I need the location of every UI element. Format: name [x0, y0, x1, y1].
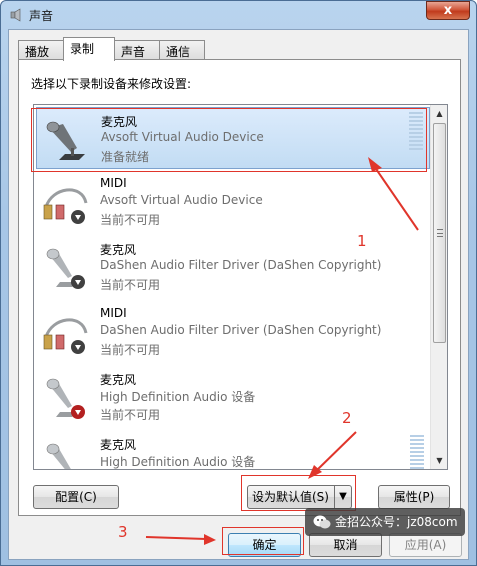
tab-sounds[interactable]: 声音: [114, 40, 160, 60]
title-bar[interactable]: 声音 x: [1, 1, 476, 29]
device-name: 麦克风: [100, 243, 137, 257]
list-item-device[interactable]: 麦克风 High Definition Audio 设备 当前不可用: [36, 366, 430, 428]
audio-cable-icon: [43, 188, 88, 224]
instruction-text: 选择以下录制设备来修改设置:: [31, 77, 192, 91]
annotation-number-1: 1: [357, 232, 367, 250]
device-name: MIDI: [100, 306, 127, 320]
scroll-down-icon[interactable]: ▼: [431, 452, 447, 469]
device-name: 麦克风: [100, 373, 137, 387]
microphone-icon: [46, 378, 85, 419]
microphone-icon: [46, 443, 71, 469]
tab-communications[interactable]: 通信: [159, 40, 205, 60]
device-description: Avsoft Virtual Audio Device: [100, 193, 263, 207]
cancel-button[interactable]: 取消: [309, 533, 382, 557]
device-status: 当前不可用: [100, 408, 161, 422]
tab-recording[interactable]: 录制: [63, 37, 115, 61]
device-description: High Definition Audio 设备: [100, 455, 256, 469]
wechat-icon: [313, 515, 331, 529]
watermark-text: 金招公众号：jz08com: [335, 515, 458, 529]
speaker-icon: [10, 8, 21, 22]
sound-dialog: 声音 x 播放 录制 声音 通信 选择以下录制设备来修改设置: 麦克风 Avso…: [0, 0, 477, 566]
highlight-box-device: [31, 108, 427, 172]
watermark-badge: 金招公众号：jz08com: [305, 508, 465, 536]
highlight-box-set-default: [241, 475, 356, 511]
annotation-number-2: 2: [342, 409, 352, 427]
microphone-icon: [46, 248, 85, 289]
list-item-device[interactable]: 麦克风 High Definition Audio 设备: [36, 431, 430, 469]
level-meter: [410, 435, 424, 469]
list-item-device[interactable]: 麦克风 DaShen Audio Filter Driver (DaShen C…: [36, 236, 430, 298]
device-name: 麦克风: [100, 438, 137, 452]
properties-button[interactable]: 属性(P): [378, 485, 450, 509]
device-name: MIDI: [100, 176, 127, 190]
annotation-number-3: 3: [118, 523, 128, 541]
vertical-scrollbar[interactable]: ▲ ▼: [430, 105, 447, 469]
device-status: 当前不可用: [100, 213, 161, 227]
list-item-device[interactable]: MIDI DaShen Audio Filter Driver (DaShen …: [36, 301, 430, 363]
audio-cable-icon: [43, 318, 88, 354]
device-status: 当前不可用: [100, 343, 161, 357]
configure-button[interactable]: 配置(C): [33, 485, 119, 509]
device-description: High Definition Audio 设备: [100, 390, 256, 404]
scroll-up-icon[interactable]: ▲: [431, 105, 447, 122]
device-status: 当前不可用: [100, 278, 161, 292]
highlight-box-ok: [222, 527, 304, 555]
tab-playback[interactable]: 播放: [18, 40, 64, 60]
device-description: DaShen Audio Filter Driver (DaShen Copyr…: [100, 323, 382, 337]
scroll-thumb[interactable]: [433, 123, 446, 343]
close-button[interactable]: x: [426, 1, 470, 20]
list-item-device[interactable]: MIDI Avsoft Virtual Audio Device 当前不可用: [36, 171, 430, 233]
window-title: 声音: [29, 9, 54, 23]
apply-button[interactable]: 应用(A): [389, 533, 462, 557]
device-description: DaShen Audio Filter Driver (DaShen Copyr…: [100, 258, 382, 272]
